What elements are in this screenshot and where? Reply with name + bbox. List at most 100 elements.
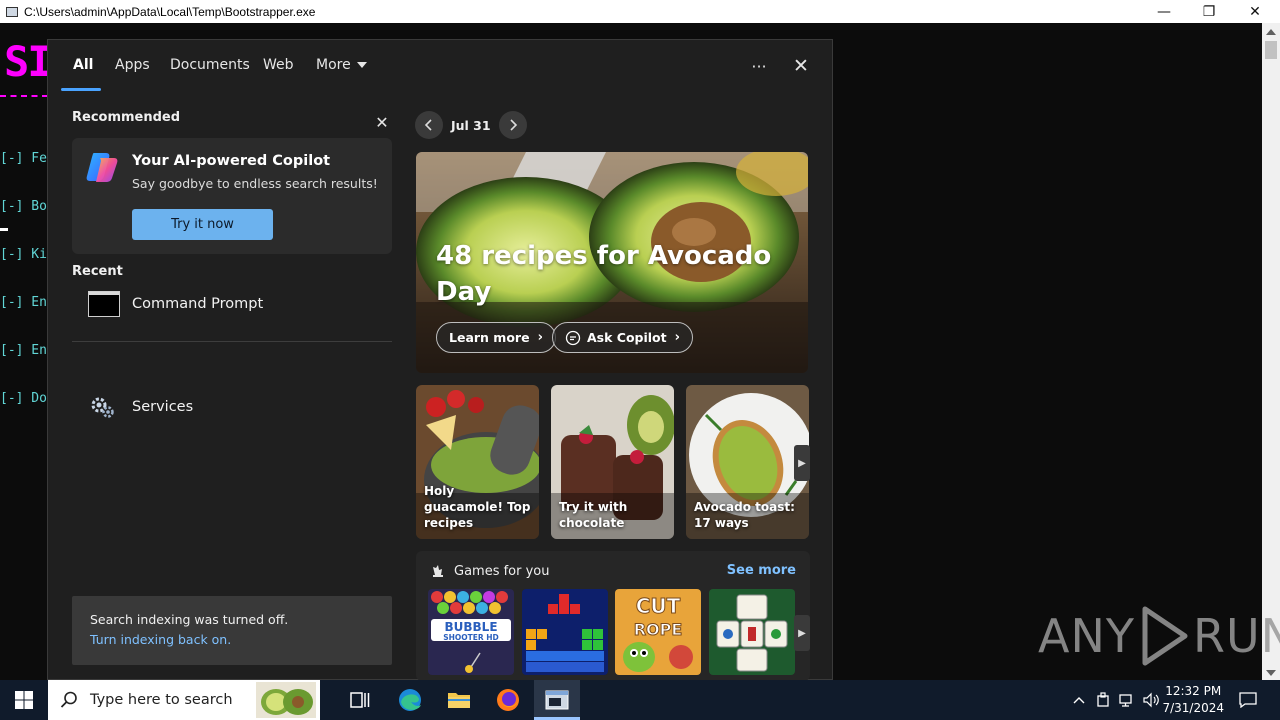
svg-text:BUBBLE: BUBBLE [444, 620, 497, 634]
console-line: [-] Bo [0, 199, 47, 214]
tab-more[interactable]: More [316, 57, 367, 73]
play-right-icon: ▶ [798, 457, 806, 469]
games-title: Games for you [454, 563, 550, 579]
console-titlebar[interactable]: C:\Users\admin\AppData\Local\Temp\Bootst… [0, 0, 1280, 23]
recent-item-services[interactable]: Services [72, 382, 392, 432]
copilot-logo-icon [86, 153, 118, 182]
svg-text:SHOOTER HD: SHOOTER HD [443, 633, 499, 642]
svg-text:CUT: CUT [636, 594, 681, 618]
chevron-right-icon: › [537, 330, 543, 345]
see-more-link[interactable]: See more [727, 563, 796, 578]
bubble-shooter-logo: BUBBLE SHOOTER HD [428, 589, 514, 675]
clock[interactable]: 12:32 PM 7/31/2024 [1162, 683, 1224, 717]
search-tabs: All Apps Documents Web More ··· ✕ [48, 40, 834, 94]
console-line: [-] Do [0, 391, 47, 406]
show-hidden-icons-button[interactable] [1068, 680, 1090, 720]
highlight-date: Jul 31 [451, 117, 491, 133]
scroll-thumb[interactable] [1265, 41, 1277, 59]
turn-indexing-on-link[interactable]: Turn indexing back on. [90, 632, 231, 647]
close-search-button[interactable]: ✕ [787, 53, 815, 79]
clock-date: 7/31/2024 [1162, 701, 1224, 715]
network-tray-button[interactable] [1116, 680, 1138, 720]
ask-copilot-label: Ask Copilot [587, 330, 667, 345]
recipe-card-caption: Avocado toast: 17 ways [694, 500, 795, 530]
previous-day-button[interactable] [415, 111, 443, 139]
recipe-card[interactable]: Try it with chocolate [551, 385, 674, 539]
console-app-icon [6, 6, 18, 17]
watermark-left: ANY [1038, 609, 1135, 663]
watermark-right: RUN [1192, 609, 1280, 663]
play-logo-icon [1142, 606, 1188, 666]
recipe-card[interactable]: Holy guacamole! Top recipes [416, 385, 539, 539]
firefox-icon [497, 689, 519, 711]
game-tile-mahjong[interactable] [709, 589, 795, 675]
console-taskbar-button[interactable] [534, 680, 580, 720]
edge-taskbar-button[interactable] [388, 680, 432, 720]
console-scrollbar[interactable] [1262, 23, 1280, 680]
edge-browser-icon [399, 689, 421, 711]
tab-documents[interactable]: Documents [170, 57, 250, 73]
hero-title: 48 recipes for Avocado Day [436, 241, 772, 307]
notification-icon [1239, 692, 1257, 708]
left-column: Recommended ✕ Your AI-powered Copilot Sa… [72, 110, 394, 418]
desktop: C:\Users\admin\AppData\Local\Temp\Bootst… [0, 0, 1280, 720]
svg-text:ROPE: ROPE [634, 620, 683, 639]
learn-more-button[interactable]: Learn more › [436, 322, 556, 353]
search-icon [60, 691, 77, 708]
games-title-row: Games for you [430, 563, 550, 579]
windows-search-panel: All Apps Documents Web More ··· ✕ Recomm… [47, 39, 834, 681]
recipe-card[interactable]: Avocado toast: 17 ways [686, 385, 809, 539]
next-day-button[interactable] [498, 111, 527, 139]
start-button[interactable] [0, 680, 48, 720]
recent-label: Recent [72, 264, 123, 279]
maximize-button[interactable]: ❐ [1186, 0, 1232, 23]
device-tray-button[interactable] [1092, 680, 1114, 720]
recipe-cards: Holy guacamole! Top recipes Try it with … [416, 385, 810, 539]
dismiss-recommended-button[interactable]: ✕ [372, 112, 392, 132]
blocks-game-logo [522, 589, 608, 675]
cards-next-button[interactable]: ▶ [794, 445, 810, 481]
console-line: [-] En [0, 295, 47, 310]
game-tile-cut-the-rope[interactable]: CUT ROPE [615, 589, 701, 675]
console-line: [-] Ki [0, 247, 47, 262]
window-title: C:\Users\admin\AppData\Local\Temp\Bootst… [24, 4, 316, 19]
tab-apps[interactable]: Apps [115, 57, 150, 73]
hero-banner[interactable]: 48 recipes for Avocado Day Learn more › … [416, 152, 808, 373]
game-tile-bubble-shooter[interactable]: BUBBLE SHOOTER HD [428, 589, 514, 675]
recent-item-label: Services [132, 399, 194, 415]
tab-all[interactable]: All [73, 57, 93, 73]
firefox-taskbar-button[interactable] [486, 680, 530, 720]
task-view-button[interactable] [338, 680, 382, 720]
try-it-now-button[interactable]: Try it now [132, 209, 273, 240]
tab-web[interactable]: Web [263, 57, 294, 73]
folder-icon [448, 693, 470, 708]
scroll-up-icon[interactable] [1266, 29, 1276, 35]
scroll-down-icon[interactable] [1266, 670, 1276, 676]
task-view-icon [350, 692, 370, 708]
device-icon [1097, 692, 1109, 707]
search-placeholder: Type here to search [90, 692, 233, 708]
notifications-button[interactable] [1230, 680, 1266, 720]
recipe-card-caption: Holy guacamole! Top recipes [424, 484, 531, 530]
copilot-card[interactable]: Your AI-powered Copilot Say goodbye to e… [72, 138, 392, 254]
recent-item-command-prompt[interactable]: Command Prompt [72, 279, 392, 329]
taskbar-search-box[interactable]: Type here to search [48, 680, 320, 720]
command-prompt-icon [88, 291, 120, 317]
games-next-button[interactable]: ▶ [794, 615, 810, 651]
chevron-up-icon [1073, 697, 1085, 704]
mahjong-logo [709, 589, 795, 675]
console-cursor [0, 228, 8, 231]
console-divider [0, 95, 48, 97]
console-window-icon [545, 690, 569, 710]
chevron-right-icon: › [674, 330, 680, 345]
ask-copilot-button[interactable]: Ask Copilot › [552, 322, 693, 353]
game-tile-blocks[interactable] [522, 589, 608, 675]
file-explorer-taskbar-button[interactable] [437, 680, 481, 720]
close-window-button[interactable]: ✕ [1232, 0, 1278, 23]
chat-bubble-icon [565, 330, 581, 345]
volume-tray-button[interactable] [1140, 680, 1162, 720]
minimize-button[interactable]: — [1141, 0, 1187, 23]
console-line: [-] Fe [0, 151, 47, 166]
clock-time: 12:32 PM [1165, 684, 1222, 698]
more-options-button[interactable]: ··· [745, 54, 773, 78]
